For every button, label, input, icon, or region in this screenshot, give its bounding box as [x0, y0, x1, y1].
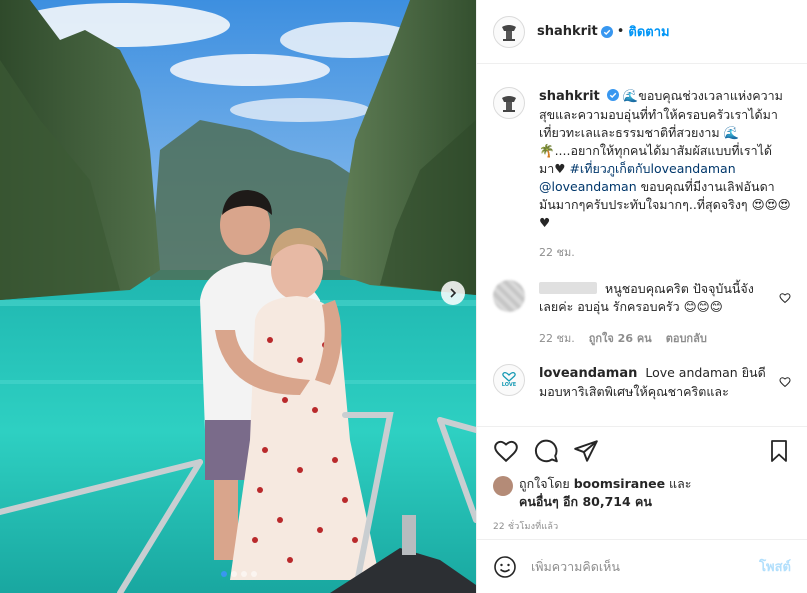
- commenter-username-blurred[interactable]: [539, 282, 597, 294]
- comment-like-heart-icon[interactable]: [779, 376, 791, 388]
- bookmark-icon[interactable]: [767, 438, 791, 464]
- comment-item: LOVE loveandaman Love andaman ยินดีมอบหา…: [493, 364, 791, 401]
- comments-list[interactable]: shahkrit 🌊ขอบคุณช่วงเวลาแห่งความสุขและคว…: [477, 65, 807, 426]
- share-icon[interactable]: [573, 438, 599, 464]
- carousel-indicator: [221, 571, 257, 577]
- follow-button[interactable]: ติดตาม: [628, 21, 669, 42]
- reply-button[interactable]: ตอบกลับ: [666, 330, 707, 348]
- avatar-logo-text: LOVE: [501, 382, 517, 388]
- caption-mention[interactable]: @loveandaman: [539, 179, 637, 194]
- author-avatar[interactable]: [493, 15, 525, 48]
- caption: shahkrit 🌊ขอบคุณช่วงเวลาแห่งความสุขและคว…: [493, 87, 791, 262]
- liker-avatar[interactable]: [493, 476, 513, 496]
- likes-others-count[interactable]: คนอื่นๆ อีก 80,714 คน: [519, 494, 652, 509]
- verified-badge-icon: [606, 89, 619, 101]
- add-comment-input[interactable]: [531, 559, 760, 574]
- post-timestamp[interactable]: 22 ชั่วโมงที่แล้ว: [493, 519, 791, 533]
- caption-hashtag[interactable]: #เที่ยวภูเก็ตกับloveandaman: [569, 161, 735, 176]
- comment-body: loveandaman Love andaman ยินดีมอบหาริเสิ…: [539, 364, 771, 401]
- post-side-panel: shahkrit • ติดตาม shahkrit 🌊ขอบคุณช่วงเว…: [476, 0, 807, 593]
- comment-icon[interactable]: [533, 438, 559, 464]
- commenter-username[interactable]: loveandaman: [539, 366, 637, 381]
- carousel-dot: [231, 571, 237, 577]
- comment-timestamp[interactable]: 22 ชม.: [539, 330, 575, 348]
- next-image-button[interactable]: [441, 281, 465, 305]
- likes-prefix: ถูกใจโดย: [519, 476, 570, 491]
- carousel-dot: [251, 571, 257, 577]
- comment-like-heart-icon[interactable]: [779, 292, 791, 304]
- lagoon-photo-image: [0, 0, 476, 593]
- post-photo[interactable]: [0, 0, 476, 593]
- caption-username[interactable]: shahkrit: [539, 89, 600, 104]
- heart-icon[interactable]: [493, 438, 519, 464]
- author-username[interactable]: shahkrit: [537, 24, 598, 39]
- avatar-logo-icon: [502, 24, 516, 41]
- caption-timestamp[interactable]: 22 ชม.: [539, 244, 575, 262]
- caption-body: shahkrit 🌊ขอบคุณช่วงเวลาแห่งความสุขและคว…: [539, 87, 791, 262]
- comment-item: หนูชอบคุณคริต ปัจจุบันนี้จังเลยค่ะ อบอุ่…: [493, 280, 791, 348]
- commenter-avatar-blurred[interactable]: [493, 280, 525, 312]
- commenter-avatar[interactable]: LOVE: [493, 364, 525, 396]
- chevron-right-icon: [450, 288, 457, 298]
- carousel-dot: [241, 571, 247, 577]
- carousel-dot: [221, 571, 227, 577]
- action-icons-row: [493, 437, 791, 465]
- add-comment-bar: โพสต์: [477, 539, 807, 593]
- emoji-icon[interactable]: [493, 555, 517, 579]
- comment-likes-count[interactable]: ถูกใจ 26 คน: [589, 330, 652, 348]
- heart-logo-icon: [502, 372, 516, 382]
- post-comment-button[interactable]: โพสต์: [759, 556, 791, 577]
- verified-badge-icon: [600, 25, 613, 38]
- likes-and: และ: [669, 476, 692, 491]
- post-actions: ถูกใจโดย boomsiranee และ คนอื่นๆ อีก 80,…: [477, 426, 807, 533]
- caption-author-avatar[interactable]: [493, 87, 525, 119]
- avatar-logo-icon: [502, 96, 516, 112]
- liker-username[interactable]: boomsiranee: [574, 476, 665, 491]
- comment-body: หนูชอบคุณคริต ปัจจุบันนี้จังเลยค่ะ อบอุ่…: [539, 280, 771, 348]
- post-header: shahkrit • ติดตาม: [477, 0, 807, 64]
- likes-summary: ถูกใจโดย boomsiranee และ คนอื่นๆ อีก 80,…: [493, 475, 791, 511]
- header-separator: •: [616, 24, 625, 39]
